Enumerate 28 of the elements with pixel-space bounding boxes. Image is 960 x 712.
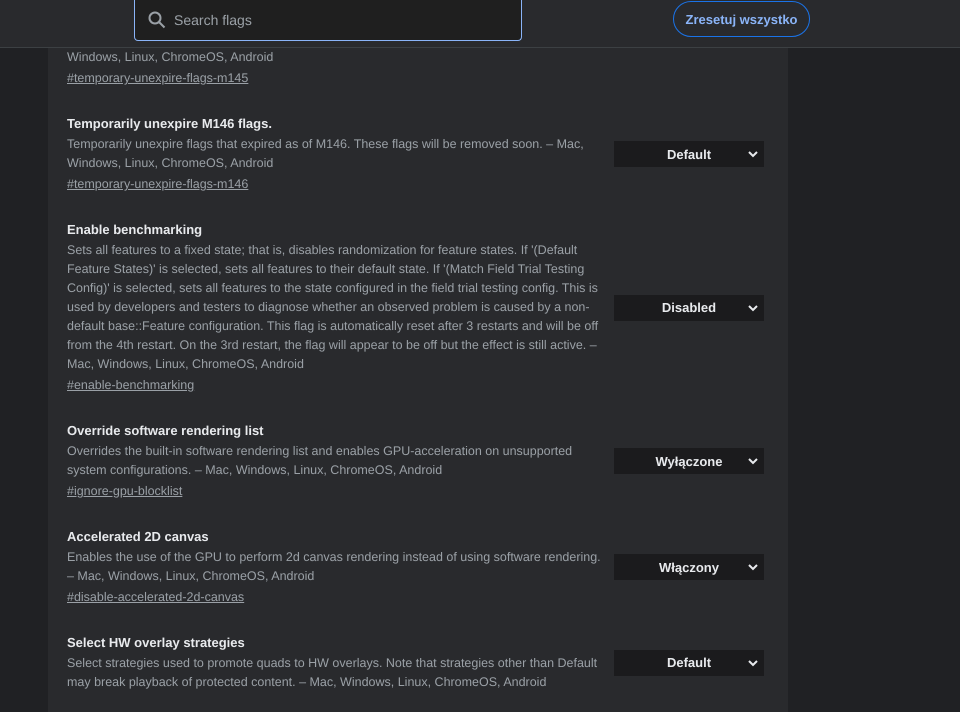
flag-dropdown[interactable]: Default <box>614 650 764 676</box>
flag-title: Enable benchmarking <box>67 221 204 239</box>
flag-description: Overrides the built-in software rendering list and enables GPU-acceleration on unsupported system configurations. – Mac, Windows, Linux, ChromeOS, Android <box>67 443 574 479</box>
flag-link[interactable]: #ignore-gpu-blocklist <box>67 482 182 501</box>
flag-description: Temporarily unexpire flags that expired as of M146. These flags will be removed soon. – Mac, Windows, Linux, ChromeOS, Android <box>67 136 585 172</box>
chevron-down-icon <box>748 151 758 158</box>
flag-description: Windows, Linux, ChromeOS, Android <box>67 49 274 66</box>
flag-description: Select strategies used to promote quads to HW overlays. Note that strategies other than Default may break playback of protected content. – Mac, Windows, Linux, ChromeOS, Android <box>67 655 598 691</box>
flag-dropdown[interactable]: Włączony <box>614 554 764 580</box>
reset-all-button[interactable]: Zresetuj wszystko <box>673 1 810 37</box>
flag-title: Accelerated 2D canvas <box>67 528 210 546</box>
flag-description: Sets all features to a fixed state; that is, disables randomization for feature states. If '(Default Feature States)' is selected, sets all features to their default state. If '(Match Field Trial Testing Config)' is selected, sets all features to the state configured in the field trial testing config. This is used by developers and testers to diagnose whether an observed problem is caused by a non-default base::Feature configuration. This flag is automatically reset after 3 restarts and will be off from the 4th restart. On the 3rd restart, the flag will appear to be off but the effect is still active. – Mac, Windows, Linux, ChromeOS, Android <box>67 242 600 373</box>
flag-dropdown[interactable]: Wyłączone <box>614 448 764 474</box>
chevron-down-icon <box>748 304 758 312</box>
flag-title: Select HW overlay strategies <box>67 634 246 652</box>
flag-description: Enables the use of the GPU to perform 2d canvas rendering instead of using software rendering. – Mac, Windows, Linux, ChromeOS, Android <box>67 549 602 585</box>
flag-dropdown[interactable]: Default <box>614 141 764 167</box>
flag-link[interactable]: #temporary-unexpire-flags-m145 <box>67 69 248 88</box>
flag-title: Temporarily unexpire M146 flags. <box>67 115 273 133</box>
chevron-down-icon <box>748 564 758 571</box>
flag-dropdown[interactable]: Disabled <box>614 294 764 320</box>
chevron-down-icon <box>748 458 758 465</box>
flag-title: Override software rendering list <box>67 422 265 440</box>
search-field[interactable]: Search flags <box>134 0 522 41</box>
flag-link[interactable]: #temporary-unexpire-flags-m146 <box>67 175 248 194</box>
flag-link[interactable]: #disable-accelerated-2d-canvas <box>67 588 244 607</box>
flag-link[interactable]: #enable-benchmarking <box>67 376 194 395</box>
chevron-down-icon <box>748 660 758 666</box>
